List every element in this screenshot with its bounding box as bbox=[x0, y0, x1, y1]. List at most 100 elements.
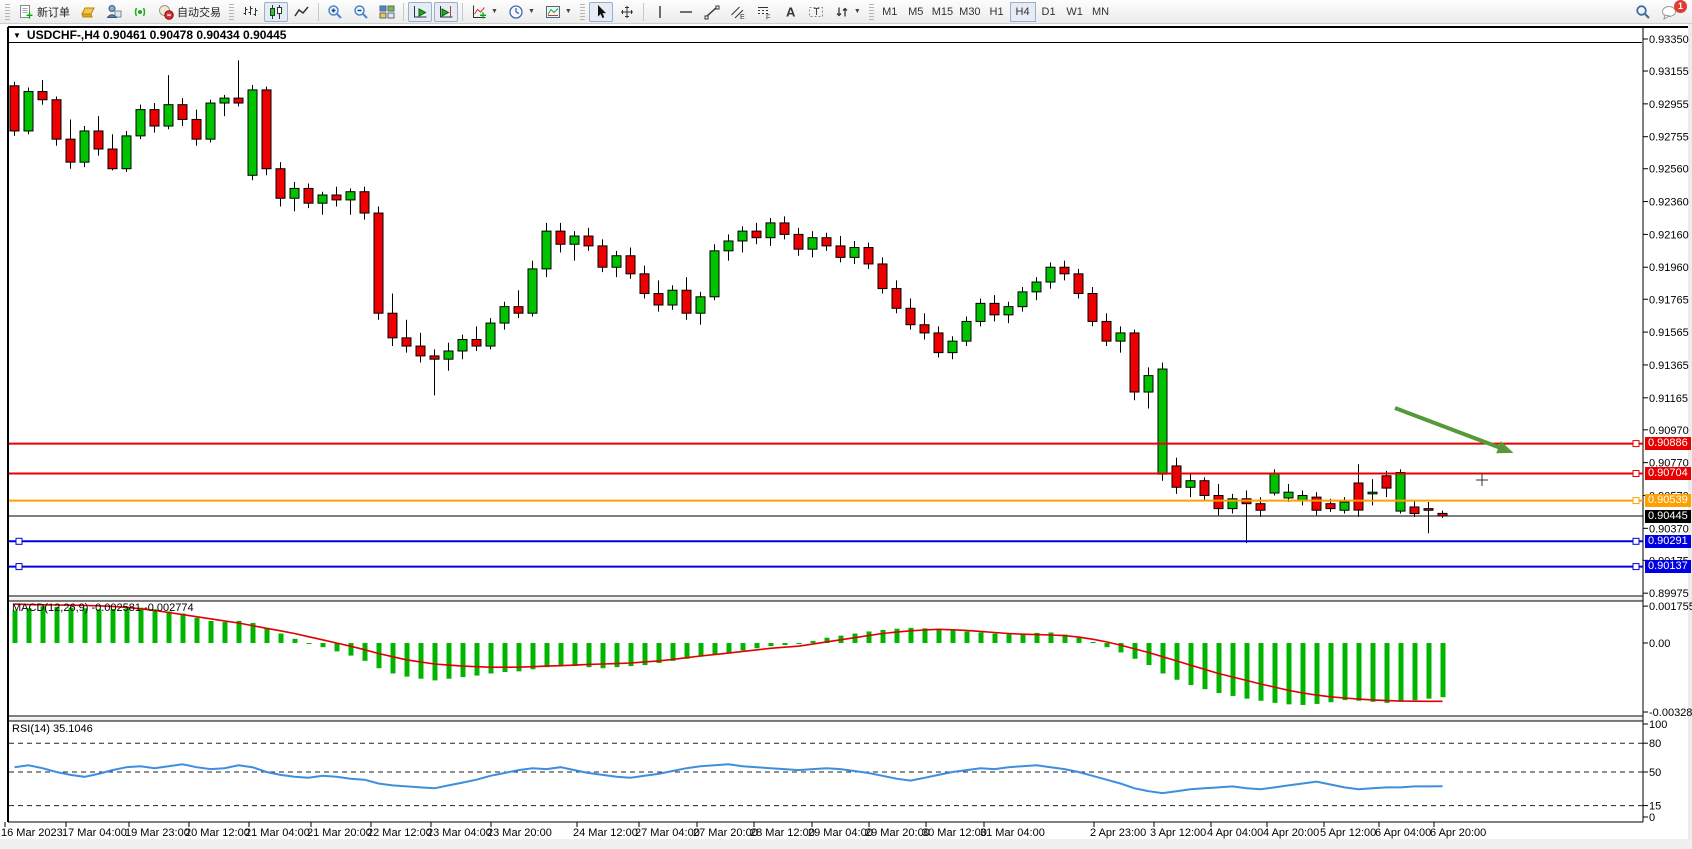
macd-histogram-bar bbox=[769, 643, 774, 646]
chevron-down-icon[interactable]: ▼ bbox=[528, 8, 535, 15]
toolbar-grip[interactable] bbox=[869, 4, 874, 20]
new-chart-button[interactable] bbox=[76, 2, 100, 22]
vertical-line-tool-button[interactable] bbox=[648, 2, 672, 22]
label-tool-button[interactable]: T bbox=[804, 2, 828, 22]
candle bbox=[766, 218, 775, 246]
arrows-tool-button[interactable]: ▼ bbox=[830, 2, 865, 22]
cursor-button[interactable] bbox=[589, 2, 613, 22]
macd-histogram-bar bbox=[1231, 643, 1236, 696]
candle bbox=[1060, 261, 1069, 281]
macd-histogram-bar bbox=[979, 632, 984, 643]
horizontal-line-tool-button[interactable] bbox=[674, 2, 698, 22]
macd-histogram-bar bbox=[1441, 643, 1446, 697]
chart-shift-button[interactable] bbox=[434, 2, 458, 22]
line-handle[interactable] bbox=[1633, 538, 1639, 544]
auto-scroll-button[interactable] bbox=[408, 2, 432, 22]
line-handle[interactable] bbox=[1633, 441, 1639, 447]
svg-text:+: + bbox=[26, 8, 33, 20]
pane-splitter[interactable] bbox=[9, 718, 1643, 721]
search-button[interactable] bbox=[1631, 2, 1655, 22]
macd-histogram-bar bbox=[97, 609, 102, 643]
time-axis-label: 27 Mar 20:00 bbox=[693, 827, 758, 839]
polyline-icon bbox=[294, 4, 310, 20]
candle bbox=[934, 326, 943, 357]
trendline-tool-button[interactable] bbox=[700, 2, 724, 22]
profiles-button[interactable] bbox=[102, 2, 126, 22]
candle bbox=[626, 248, 635, 279]
time-axis-label: 22 Mar 12:00 bbox=[367, 827, 432, 839]
toolbar-grip[interactable] bbox=[229, 4, 234, 20]
candle bbox=[206, 100, 215, 143]
zoom-out-button[interactable] bbox=[349, 2, 373, 22]
candle bbox=[500, 302, 509, 330]
candle bbox=[808, 231, 817, 257]
price-axis-tick-label: 0.91365 bbox=[1649, 360, 1689, 372]
gold-bar-icon bbox=[80, 4, 96, 20]
line-handle[interactable] bbox=[16, 564, 22, 570]
timeframe-button-h4[interactable]: H4 bbox=[1010, 2, 1036, 22]
macd-histogram-bar bbox=[1385, 643, 1390, 703]
fibonacci-tool-button[interactable]: F bbox=[752, 2, 776, 22]
tile-windows-button[interactable] bbox=[375, 2, 399, 22]
crosshair-button[interactable] bbox=[615, 2, 639, 22]
time-axis-label: 23 Mar 04:00 bbox=[427, 827, 492, 839]
timeframe-button-d1[interactable]: D1 bbox=[1036, 2, 1062, 22]
candle bbox=[864, 243, 873, 269]
market-signals-button[interactable] bbox=[128, 2, 152, 22]
macd-histogram-bar bbox=[1399, 643, 1404, 702]
price-line-label: 0.90886 bbox=[1645, 437, 1691, 450]
indicators-list-button[interactable]: +▼ bbox=[467, 2, 502, 22]
candle bbox=[1312, 492, 1321, 515]
chevron-down-icon[interactable]: ▼ bbox=[491, 8, 498, 15]
line-handle[interactable] bbox=[1633, 564, 1639, 570]
toolbar-grip[interactable] bbox=[5, 4, 10, 20]
price-axis-tick-label: 0.91565 bbox=[1649, 327, 1689, 339]
crosshair-icon bbox=[619, 4, 635, 20]
toolbar-grip[interactable] bbox=[580, 4, 585, 20]
candle bbox=[752, 223, 761, 244]
chevron-down-icon[interactable]: ▼ bbox=[565, 8, 572, 15]
text-tool-button[interactable]: A bbox=[778, 2, 802, 22]
pane-splitter[interactable] bbox=[9, 598, 1643, 601]
chevron-down-icon[interactable]: ▼ bbox=[854, 8, 861, 15]
chart-title-dropdown-icon[interactable]: ▼ bbox=[13, 31, 21, 40]
time-axis-label: 28 Mar 12:00 bbox=[750, 827, 815, 839]
templates-button[interactable]: ▼ bbox=[541, 2, 576, 22]
candle bbox=[654, 280, 663, 311]
candle bbox=[640, 266, 649, 299]
candle bbox=[332, 187, 341, 207]
timeframe-button-h1[interactable]: H1 bbox=[984, 2, 1010, 22]
timeframe-button-w1[interactable]: W1 bbox=[1062, 2, 1088, 22]
rsi-axis-label: 80 bbox=[1649, 738, 1661, 750]
macd-histogram-bar bbox=[531, 643, 536, 669]
new-order-button[interactable]: +新订单 bbox=[14, 2, 74, 22]
candlestick-chart-button[interactable] bbox=[264, 2, 288, 22]
timeframe-button-m15[interactable]: M15 bbox=[929, 2, 956, 22]
candle bbox=[1130, 330, 1139, 401]
periods-button[interactable]: ▼ bbox=[504, 2, 539, 22]
time-axis-label: 6 Apr 04:00 bbox=[1375, 827, 1431, 839]
line-handle[interactable] bbox=[16, 538, 22, 544]
broadcast-icon bbox=[132, 4, 148, 20]
chart-canvas[interactable]: 0.933500.931550.929550.927550.925600.923… bbox=[0, 0, 1692, 849]
timeframe-button-mn[interactable]: MN bbox=[1088, 2, 1114, 22]
auto-trading-button[interactable]: 自动交易 bbox=[154, 2, 225, 22]
notifications-button[interactable]: 1 bbox=[1657, 2, 1683, 22]
macd-histogram-bar bbox=[741, 643, 746, 650]
price-axis-tick-label: 0.91765 bbox=[1649, 294, 1689, 306]
line-handle[interactable] bbox=[1633, 498, 1639, 504]
price-line-label: 0.90137 bbox=[1645, 560, 1691, 573]
zoom-in-button[interactable] bbox=[323, 2, 347, 22]
timeframe-button-m30[interactable]: M30 bbox=[956, 2, 983, 22]
line-handle[interactable] bbox=[1633, 470, 1639, 476]
equidistant-channel-tool-button[interactable]: E bbox=[726, 2, 750, 22]
macd-axis-label: 0.001755 bbox=[1649, 601, 1692, 613]
timeframe-button-m1[interactable]: M1 bbox=[877, 2, 903, 22]
price-axis-tick-label: 0.92160 bbox=[1649, 229, 1689, 241]
person-icon bbox=[106, 4, 122, 20]
candle bbox=[514, 290, 523, 318]
line-chart-button[interactable] bbox=[290, 2, 314, 22]
bar-chart-button[interactable] bbox=[238, 2, 262, 22]
time-axis-label: 21 Mar 20:00 bbox=[307, 827, 372, 839]
timeframe-button-m5[interactable]: M5 bbox=[903, 2, 929, 22]
